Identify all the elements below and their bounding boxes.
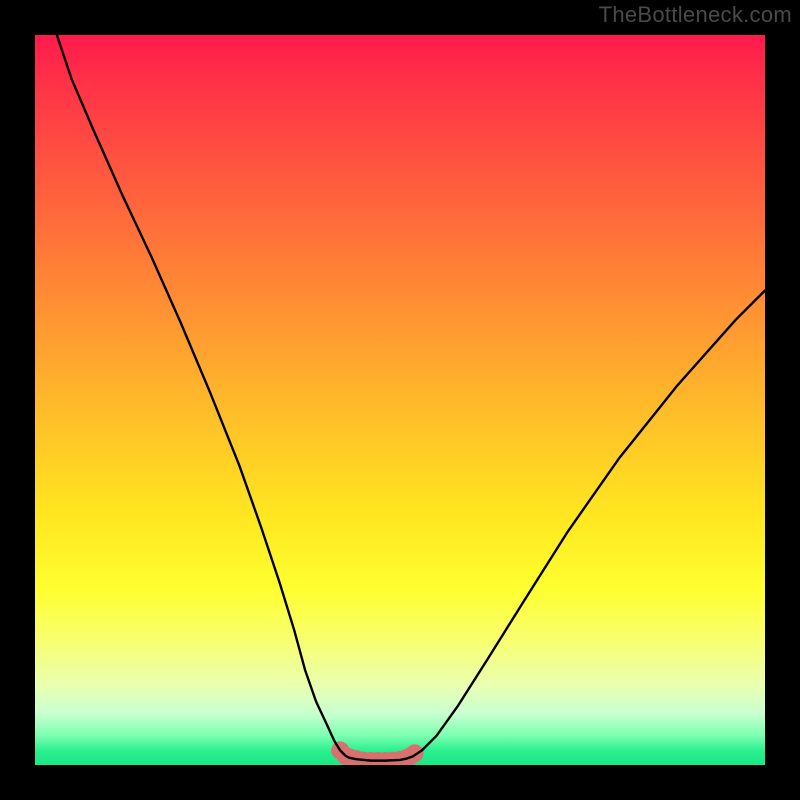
plot-area xyxy=(35,35,765,765)
bottleneck-curve xyxy=(57,35,765,761)
curve-layer xyxy=(35,35,765,765)
chart-frame: TheBottleneck.com xyxy=(0,0,800,800)
dot xyxy=(406,744,424,762)
watermark-text: TheBottleneck.com xyxy=(599,2,792,28)
